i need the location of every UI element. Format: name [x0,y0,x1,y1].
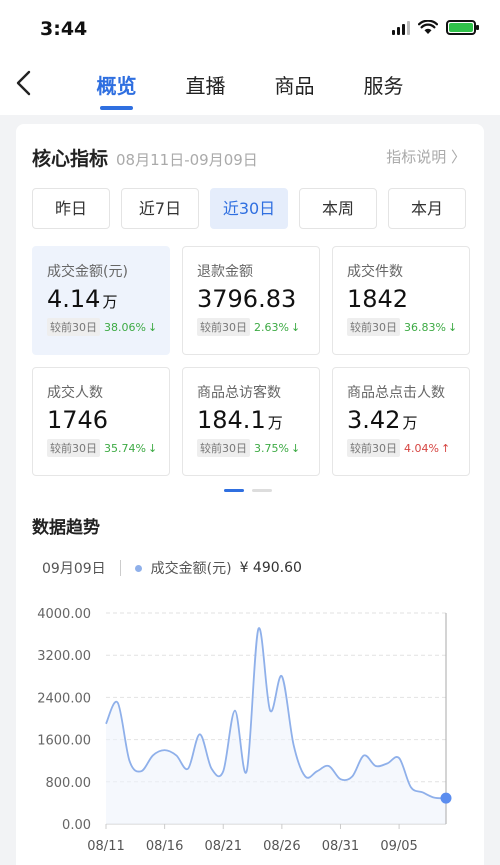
y-tick-label: 4000.00 [37,607,91,622]
y-tick-label: 0.00 [62,818,91,833]
x-tick-label: 08/26 [263,839,300,854]
y-tick-label: 800.00 [46,776,92,791]
series-area [106,627,446,824]
series-point [440,792,452,804]
y-tick-label: 3200.00 [37,649,91,664]
x-tick-label: 08/11 [87,839,124,854]
x-tick-label: 08/16 [146,839,183,854]
y-tick-label: 1600.00 [37,734,91,749]
x-tick-label: 08/21 [205,839,242,854]
y-tick-label: 2400.00 [37,691,91,706]
trend-line-chart[interactable]: 4000.00 3200.00 2400.00 1600.00 800.00 0.00 08… [0,0,500,865]
x-tick-label: 09/05 [380,839,417,854]
x-tick-label: 08/31 [322,839,359,854]
